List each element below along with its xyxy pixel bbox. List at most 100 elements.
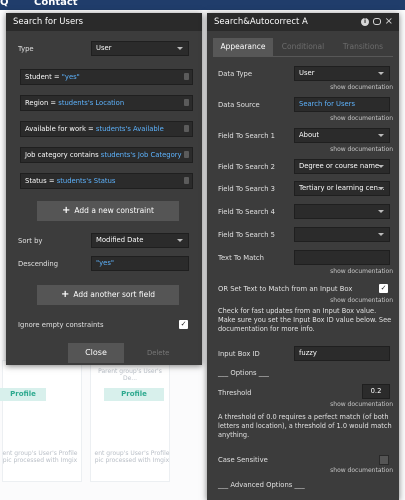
trash-icon[interactable]: [184, 125, 189, 132]
show-documentation-link[interactable]: show documentation: [330, 146, 393, 153]
tab-divider: [213, 56, 393, 57]
text-to-match-input[interactable]: [294, 250, 390, 265]
add-sort-label: Add another sort field: [73, 290, 156, 299]
close-button[interactable]: Close: [68, 343, 124, 363]
data-source-field[interactable]: Search for Users: [294, 97, 390, 112]
constraint-value[interactable]: students's Status: [57, 177, 116, 185]
show-documentation-link[interactable]: show documentation: [330, 297, 393, 304]
field5-dropdown[interactable]: [294, 227, 390, 242]
autocorrect-title: Search&Autocorrect A: [214, 17, 308, 27]
trash-icon[interactable]: [184, 177, 189, 184]
constraint-row[interactable]: Student = "yes": [20, 69, 193, 85]
field4-dropdown[interactable]: [294, 204, 390, 219]
advanced-options-header: ___ Advanced Options ___: [218, 481, 305, 489]
threshold-input[interactable]: 0.2: [362, 384, 390, 399]
close-icon[interactable]: ×: [385, 13, 393, 31]
profile-button[interactable]: Profile: [0, 388, 46, 401]
constraint-field: Region =: [25, 99, 57, 107]
constraint-row[interactable]: Available for work = students's Availabl…: [20, 121, 193, 137]
options-header: ___ Options ___: [218, 369, 269, 377]
trash-icon[interactable]: [184, 99, 189, 106]
threshold-label: Threshold: [218, 389, 252, 397]
input-box-id-input[interactable]: fuzzy: [294, 346, 390, 361]
card-subtext: ent group's User's Profile pic processed…: [94, 450, 170, 464]
constraint-field: Status =: [25, 177, 55, 185]
caret-down-icon: [378, 233, 384, 236]
constraint-field: Job category contains: [25, 151, 99, 159]
text-to-match-label: Text To Match: [218, 254, 264, 262]
case-sensitive-label: Case Sensitive: [218, 456, 268, 464]
constraint-field: Student =: [25, 73, 60, 81]
sort-by-dropdown[interactable]: Modified Date: [91, 233, 189, 248]
constraint-row[interactable]: Region = students's Location: [20, 95, 193, 111]
autocorrect-panel-title: Search&Autocorrect A i ×: [207, 13, 399, 31]
data-type-value: User: [299, 69, 315, 77]
ignore-empty-label: Ignore empty constraints: [18, 321, 104, 329]
caret-down-icon: [177, 239, 183, 242]
caret-down-icon: [177, 47, 183, 50]
constraint-row[interactable]: Status = students's Status: [20, 173, 193, 189]
threshold-note: A threshold of 0.0 requires a perfect ma…: [218, 413, 392, 439]
type-dropdown[interactable]: User: [91, 41, 189, 56]
field3-label: Field To Search 3: [218, 185, 275, 193]
data-type-dropdown[interactable]: User: [294, 66, 390, 81]
checkmark-icon: ✓: [380, 284, 387, 292]
delete-button[interactable]: Delete: [147, 349, 169, 357]
ignore-empty-checkbox[interactable]: ✓: [179, 320, 188, 329]
descending-field[interactable]: "yes": [91, 256, 189, 271]
tab-conditional[interactable]: Conditional: [273, 38, 333, 56]
constraint-value[interactable]: students's Job Category: [101, 151, 182, 159]
constraint-value[interactable]: students's Available: [96, 125, 164, 133]
field1-dropdown[interactable]: About: [294, 128, 390, 143]
caret-down-icon: [378, 165, 384, 168]
show-documentation-link[interactable]: show documentation: [330, 401, 393, 408]
plus-icon: +: [62, 205, 71, 216]
show-documentation-link[interactable]: show documentation: [330, 84, 393, 91]
trash-icon[interactable]: [184, 151, 189, 158]
add-constraint-label: Add a new constraint: [74, 206, 154, 215]
search-panel: Search for Users Type User Student = "ye…: [6, 13, 202, 365]
caret-down-icon: [378, 210, 384, 213]
field3-value: Tertiary or learning cen...: [299, 184, 385, 192]
constraint-row[interactable]: Job category contains students's Job Cat…: [20, 147, 193, 163]
caret-down-icon: [378, 134, 384, 137]
card-subtext: Parent group's User's De...: [98, 368, 162, 382]
profile-button[interactable]: Profile: [104, 388, 164, 401]
field3-dropdown[interactable]: Tertiary or learning cen...: [294, 181, 390, 196]
nav-item-faq[interactable]: Q: [0, 0, 9, 8]
or-set-text-checkbox[interactable]: ✓: [379, 284, 388, 293]
constraint-value[interactable]: "yes": [62, 73, 80, 81]
type-value: User: [96, 44, 112, 52]
trash-icon[interactable]: [184, 73, 189, 80]
show-documentation-link[interactable]: show documentation: [330, 467, 393, 474]
descending-label: Descending: [18, 260, 59, 268]
caret-down-icon: [378, 72, 384, 75]
data-type-label: Data Type: [218, 70, 253, 78]
field1-value: About: [299, 131, 320, 139]
show-documentation-link[interactable]: show documentation: [330, 115, 393, 122]
field5-label: Field To Search 5: [218, 231, 275, 239]
nav-item-contact[interactable]: Contact: [34, 0, 78, 8]
sort-by-label: Sort by: [18, 237, 43, 245]
add-constraint-button[interactable]: + Add a new constraint: [37, 201, 179, 221]
input-box-note: Check for fast updates from an Input Box…: [218, 307, 392, 333]
info-icon[interactable]: i: [361, 18, 369, 26]
type-label: Type: [18, 45, 34, 53]
tab-appearance[interactable]: Appearance: [213, 38, 273, 56]
caret-down-icon: [378, 187, 384, 190]
add-sort-field-button[interactable]: + Add another sort field: [37, 285, 179, 305]
field2-dropdown[interactable]: Degree or course name: [294, 159, 390, 174]
search-panel-title: Search for Users: [6, 13, 202, 31]
comment-icon[interactable]: [373, 18, 381, 25]
plus-icon: +: [60, 289, 70, 300]
constraint-value[interactable]: students's Location: [58, 99, 124, 107]
or-set-text-label: OR Set Text to Match from an Input Box: [218, 285, 353, 293]
checkmark-icon: ✓: [180, 320, 187, 328]
sort-by-value: Modified Date: [96, 236, 144, 244]
case-sensitive-checkbox[interactable]: [379, 455, 389, 465]
card-subtext: ent group's User's Profile pic processed…: [2, 450, 78, 464]
constraint-field: Available for work =: [25, 125, 94, 133]
tab-transitions[interactable]: Transitions: [333, 38, 393, 56]
field1-label: Field To Search 1: [218, 132, 275, 140]
show-documentation-link[interactable]: show documentation: [330, 268, 393, 275]
